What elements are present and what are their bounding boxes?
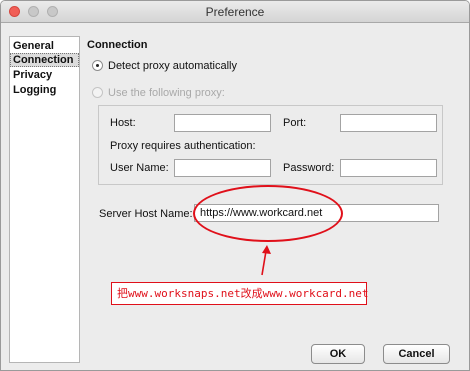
detect-proxy-label: Detect proxy automatically — [108, 60, 237, 72]
annotation-circle — [193, 185, 343, 242]
annotation-arrow-icon — [261, 245, 271, 276]
host-input[interactable] — [174, 114, 271, 132]
radio-selected-dot — [96, 64, 99, 67]
ok-button[interactable]: OK — [311, 344, 365, 364]
title-bar: Preference — [1, 1, 469, 23]
window-title: Preference — [205, 5, 265, 19]
section-title: Connection — [87, 39, 148, 51]
annotation-note: 把www.worksnaps.net改成www.workcard.net — [111, 282, 369, 305]
username-input[interactable] — [174, 159, 271, 177]
use-proxy-radio[interactable] — [92, 87, 103, 98]
preference-sidebar: General Connection Privacy Logging — [9, 36, 80, 363]
detect-proxy-radio[interactable] — [92, 60, 103, 71]
host-label: Host: — [110, 117, 136, 129]
use-proxy-label: Use the following proxy: — [108, 87, 225, 99]
password-input[interactable] — [340, 159, 437, 177]
auth-label: Proxy requires authentication: — [110, 140, 256, 152]
username-label: User Name: — [110, 162, 169, 174]
sidebar-item-privacy[interactable]: Privacy — [10, 68, 79, 82]
sidebar-item-general[interactable]: General — [10, 39, 79, 53]
cancel-button[interactable]: Cancel — [383, 344, 450, 364]
password-label: Password: — [283, 162, 335, 174]
port-label: Port: — [283, 117, 307, 129]
server-host-label: Server Host Name: — [99, 208, 193, 220]
preference-window: Preference General Connection Privacy Lo… — [0, 0, 470, 371]
sidebar-item-connection[interactable]: Connection — [10, 53, 79, 67]
port-input[interactable] — [340, 114, 437, 132]
sidebar-item-logging[interactable]: Logging — [10, 83, 79, 97]
